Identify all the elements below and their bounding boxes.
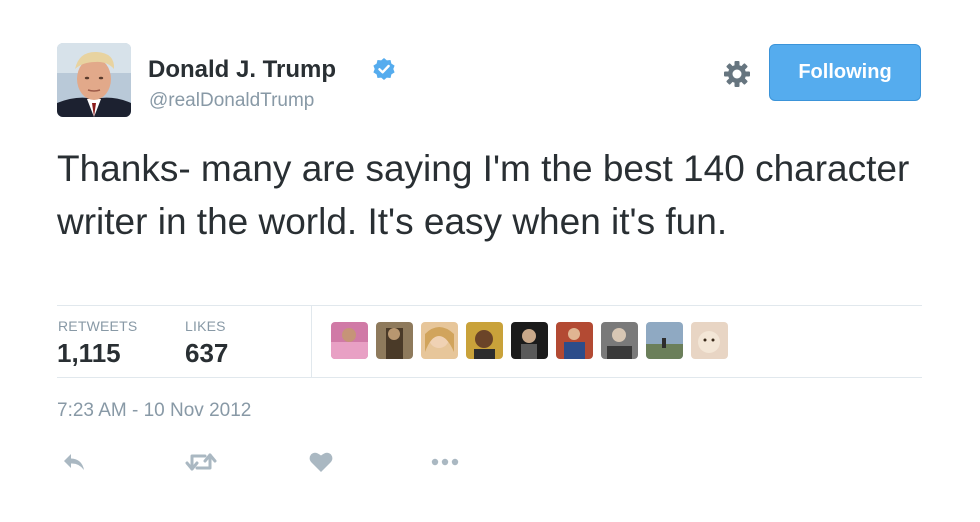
like-heart-icon[interactable] [303,447,339,477]
following-button[interactable]: Following [769,44,921,101]
retweet-icon[interactable] [183,447,219,477]
liker-avatar-2[interactable] [376,322,413,359]
divider-top [57,305,922,306]
retweets-count[interactable]: 1,115 [57,338,121,369]
liker-avatar-7[interactable] [601,322,638,359]
liker-avatar-6[interactable] [556,322,593,359]
likes-label: LIKES [185,318,226,334]
avatar[interactable] [57,43,131,117]
stats-vertical-divider [311,306,312,377]
liker-avatar-4[interactable] [466,322,503,359]
verified-badge-icon [372,57,396,81]
tweet-text: Thanks- many are saying I'm the best 140… [57,148,910,242]
liker-avatar-8[interactable] [646,322,683,359]
more-options-icon[interactable] [427,447,463,477]
gear-icon[interactable] [722,59,752,89]
liker-avatar-1[interactable] [331,322,368,359]
reply-icon[interactable] [56,447,92,477]
tweet-timestamp[interactable]: 7:23 AM - 10 Nov 2012 [57,400,251,422]
liker-avatar-9[interactable] [691,322,728,359]
liker-avatar-3[interactable] [421,322,458,359]
divider-bottom [57,377,922,378]
retweets-label: RETWEETS [58,318,138,334]
user-handle[interactable]: @realDonaldTrump [149,90,314,112]
likers-avatars [331,322,728,359]
liker-avatar-5[interactable] [511,322,548,359]
likes-count[interactable]: 637 [185,338,228,369]
display-name[interactable]: Donald J. Trump [148,56,336,84]
